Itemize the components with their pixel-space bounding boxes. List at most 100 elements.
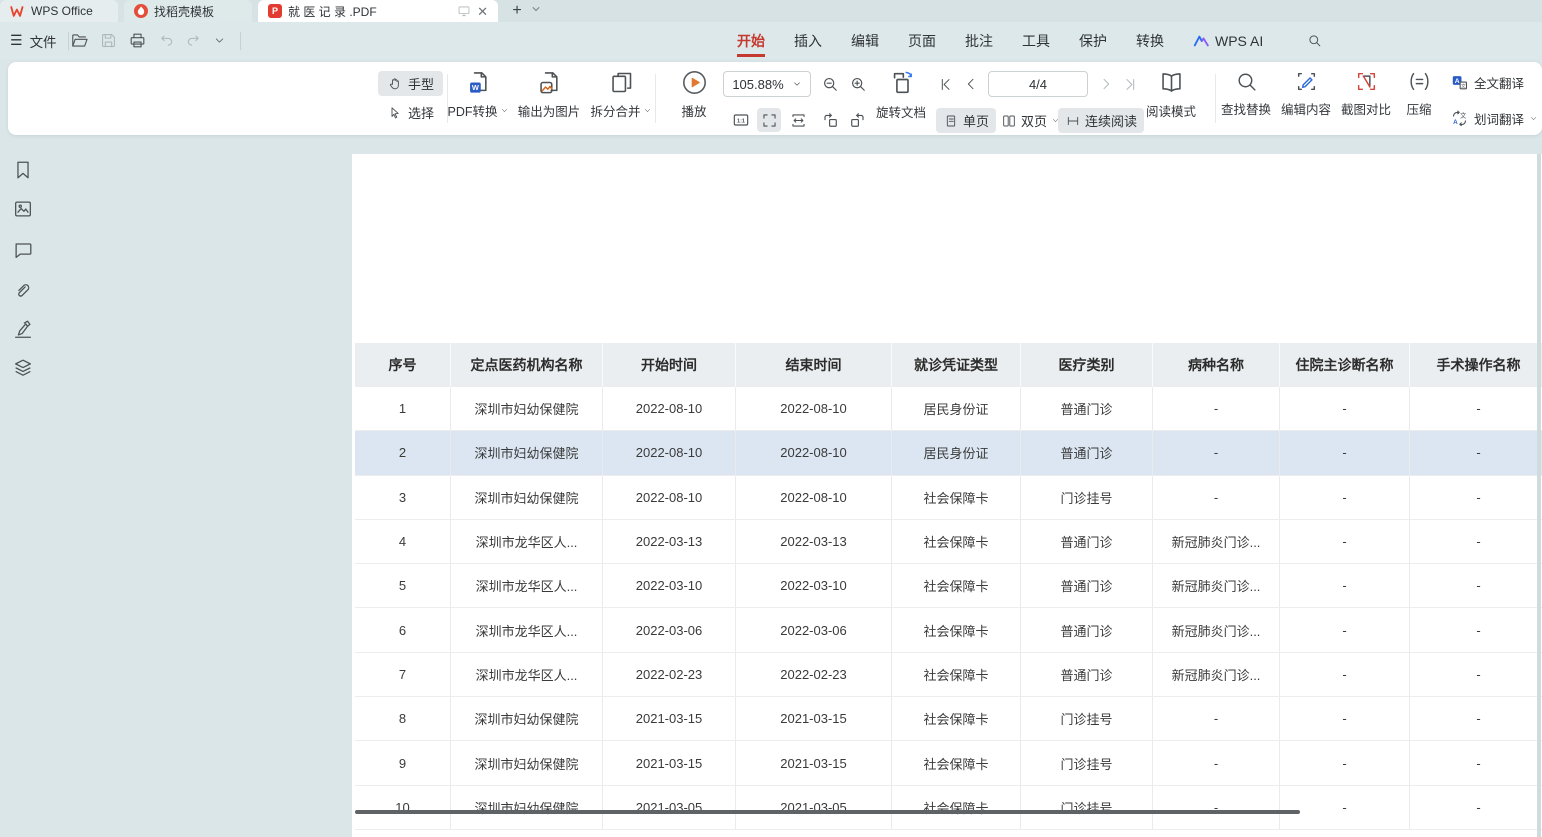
table-cell: 普通门诊 [1021,608,1153,651]
menu-tab-edit[interactable]: 编辑 [851,22,879,59]
table-header-cell: 序号 [355,343,451,387]
table-cell: 2021-03-15 [736,741,892,784]
table-cell: 普通门诊 [1021,564,1153,607]
save-icon[interactable] [99,31,118,50]
table-cell: 8 [355,697,451,740]
comments-icon[interactable] [12,239,34,261]
tab-list-chevron-icon[interactable] [530,3,542,15]
table-cell: 深圳市妇幼保健院 [451,786,603,829]
table-cell: - [1280,520,1410,563]
search-icon[interactable] [1306,32,1323,49]
tab-wps-office[interactable]: WPS Office [0,0,118,22]
menu-tab-insert[interactable]: 插入 [794,22,822,59]
file-menu-button[interactable]: ☰ 文件 [10,22,73,59]
pdf-convert-button[interactable]: W PDF转换 [442,69,514,120]
actual-size-button[interactable]: 1:1 [729,108,753,132]
find-replace-label: 查找替换 [1221,99,1271,118]
zoom-level-select[interactable]: 105.88% [723,71,811,97]
table-cell: - [1280,431,1410,474]
table-row: 3深圳市妇幼保健院2022-08-102022-08-10社会保障卡门诊挂号--… [355,476,1542,520]
fit-width-button[interactable] [786,108,810,132]
table-cell: 2022-08-10 [736,476,892,519]
thumbnails-icon[interactable] [12,198,34,220]
reading-mode-button[interactable]: 阅读模式 [1135,69,1207,120]
first-page-button[interactable] [933,72,957,96]
tab-document-active[interactable]: P 就 医 记 录 .PDF ✕ [258,0,498,22]
open-file-icon[interactable] [70,31,89,50]
tab-bar: WPS Office 找稻壳模板 P 就 医 记 录 .PDF ✕ + [0,0,1542,22]
menu-tab-protect[interactable]: 保护 [1079,22,1107,59]
layers-icon[interactable] [12,357,34,379]
compress-button[interactable]: 压缩 [1390,69,1448,118]
zoom-out-button[interactable] [818,72,842,96]
split-merge-button[interactable]: 拆分合并 [585,69,657,120]
table-cell: 2022-03-06 [603,608,736,651]
table-cell: 2022-08-10 [736,387,892,430]
double-page-label: 双页 [1021,111,1047,130]
menu-tab-page[interactable]: 页面 [908,22,936,59]
table-cell: 9 [355,741,451,784]
split-merge-label: 拆分合并 [590,101,640,120]
table-cell: 深圳市妇幼保健院 [451,741,603,784]
export-image-button[interactable]: 输出为图片 [513,69,585,120]
tab-label: WPS Office [31,4,93,18]
signature-icon[interactable] [12,318,34,340]
tab-docer-templates[interactable]: 找稻壳模板 [124,0,252,22]
fit-page-button[interactable] [757,108,781,132]
rotate-document-button[interactable]: 旋转文档 [865,69,937,121]
compress-label: 压缩 [1406,99,1431,118]
undo-icon[interactable] [157,32,175,50]
rotate-left-button[interactable] [818,108,842,132]
attachments-icon[interactable] [12,279,34,301]
previous-page-button[interactable] [959,72,983,96]
full-translate-button[interactable]: A 文 全文翻译 [1450,73,1524,92]
menu-tab-tools[interactable]: 工具 [1022,22,1050,59]
hand-tool-button[interactable]: 手型 [378,71,443,96]
table-cell: 普通门诊 [1021,520,1153,563]
hand-icon [387,76,403,92]
table-header-cell: 病种名称 [1153,343,1280,387]
word-translate-button[interactable]: A 文 划词翻译 [1450,109,1538,128]
monitor-icon[interactable] [457,4,471,18]
menu-tab-home[interactable]: 开始 [737,22,765,59]
zoom-level-value: 105.88% [732,77,783,92]
continuous-reading-button[interactable]: 连续阅读 [1058,108,1144,133]
double-page-button[interactable]: 双页 [994,108,1067,133]
table-cell: - [1410,653,1542,696]
table-cell: 深圳市妇幼保健院 [451,697,603,740]
next-page-icon [1098,76,1114,92]
play-label: 播放 [681,101,706,120]
table-cell: 2022-03-13 [736,520,892,563]
table-cell: 深圳市妇幼保健院 [451,387,603,430]
more-commands-chevron-icon[interactable] [213,34,226,47]
redo-icon[interactable] [185,32,203,50]
next-page-button[interactable] [1094,72,1118,96]
menu-tab-convert[interactable]: 转换 [1136,22,1164,59]
wps-ai-button[interactable]: WPS AI [1193,33,1263,49]
select-tool-button[interactable]: 选择 [378,100,443,125]
menu-tab-annotate[interactable]: 批注 [965,22,993,59]
ribbon-menu: 开始 插入 编辑 页面 批注 工具 保护 转换 WPS AI [737,22,1323,59]
bookmarks-icon[interactable] [12,159,34,181]
vertical-scrollbar[interactable] [1537,154,1541,837]
table-horizontal-scrollbar[interactable] [355,810,1300,814]
print-icon[interactable] [128,31,147,50]
table-cell: - [1410,387,1542,430]
previous-page-icon [963,76,979,92]
hamburger-icon: ☰ [10,32,23,49]
table-header-cell: 就诊凭证类型 [892,343,1021,387]
new-tab-button[interactable]: + [506,0,528,22]
table-cell: 1 [355,387,451,430]
table-cell: 2 [355,431,451,474]
play-button[interactable]: 播放 [658,69,730,120]
zoom-out-icon [820,74,840,94]
close-tab-icon[interactable]: ✕ [477,5,488,18]
table-cell: 新冠肺炎门诊... [1153,520,1280,563]
page-indicator-input[interactable]: 4/4 [988,71,1088,97]
svg-text:文: 文 [1460,111,1467,120]
table-header-cell: 定点医药机构名称 [451,343,603,387]
pdf-convert-label: PDF转换 [447,101,497,120]
table-cell: 2022-08-10 [736,431,892,474]
single-page-button[interactable]: 单页 [936,108,996,133]
table-row: 8深圳市妇幼保健院2021-03-152021-03-15社会保障卡门诊挂号--… [355,697,1542,741]
